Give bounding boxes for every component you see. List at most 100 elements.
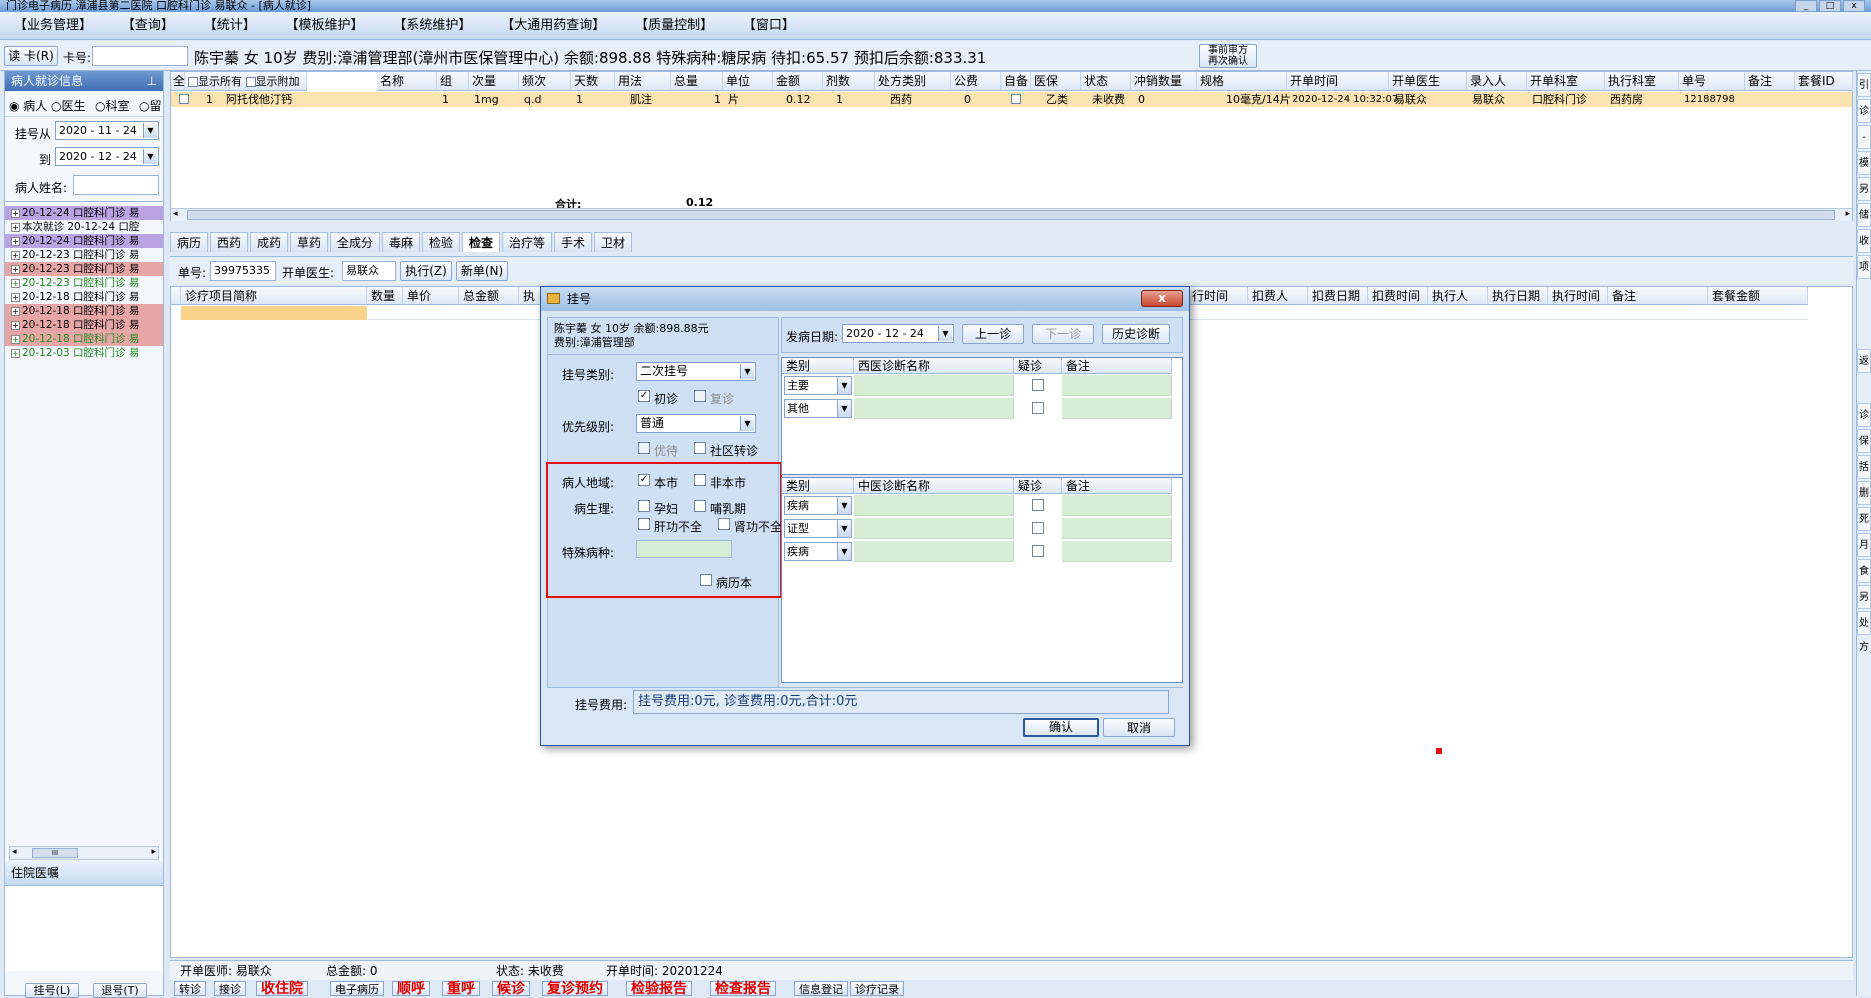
remarks-cell[interactable] — [1062, 375, 1172, 396]
visit-tree-item[interactable]: + 本次就诊 20-12-24 口腔 — [5, 220, 163, 234]
scroll-thumb[interactable] — [187, 210, 1835, 220]
priority-select[interactable]: 普通 ▼ — [636, 414, 756, 433]
right-tool-button[interactable]: 保 — [1857, 429, 1871, 453]
tab-lab[interactable]: 检验 — [422, 232, 461, 252]
radio-patient[interactable]: ◉ 病人 — [9, 97, 47, 114]
receive-patient-button[interactable]: 接诊 — [214, 981, 246, 996]
visit-tree-item[interactable]: +20-12-23 口腔科门诊 易 — [5, 248, 163, 262]
nonlocal-checkbox[interactable] — [694, 474, 706, 486]
suspected-checkbox[interactable] — [1032, 379, 1044, 391]
suspected-checkbox[interactable] — [1032, 545, 1044, 557]
close-window-icon[interactable]: x — [1843, 0, 1865, 12]
preferential-checkbox[interactable] — [638, 442, 650, 454]
show-all-checkbox[interactable] — [188, 77, 198, 87]
right-tool-button[interactable]: 诊 — [1857, 99, 1871, 123]
scroll-left-icon[interactable]: ◂ — [12, 847, 17, 857]
history-diagnosis-button[interactable]: 历史诊断 — [1102, 324, 1170, 344]
chevron-down-icon[interactable]: ▼ — [837, 543, 851, 560]
execute-button[interactable]: 执行(Z) — [400, 261, 452, 281]
scroll-thumb[interactable]: III — [32, 848, 78, 858]
emr-button[interactable]: 电子病历 — [330, 981, 384, 996]
visit-date-picker[interactable]: 2020 - 12 - 24 ▼ — [842, 324, 954, 343]
tab-supplies[interactable]: 卫材 — [594, 232, 633, 252]
expand-icon[interactable]: + — [11, 292, 20, 302]
chevron-down-icon[interactable]: ▼ — [837, 497, 851, 514]
card-number-input[interactable] — [92, 46, 188, 66]
menu-item-stats[interactable]: 【统计】 — [190, 12, 268, 40]
suspected-checkbox[interactable] — [1032, 402, 1044, 414]
expand-icon[interactable]: + — [11, 222, 20, 232]
right-tool-button[interactable]: 储 — [1857, 203, 1871, 227]
tab-full-ingredient[interactable]: 全成分 — [330, 232, 381, 252]
menu-item-query[interactable]: 【查询】 — [108, 12, 186, 40]
menu-item-template[interactable]: 【模板维护】 — [272, 12, 376, 40]
pin-icon[interactable]: ⊥ — [147, 71, 157, 91]
return-visit-checkbox[interactable] — [694, 390, 706, 402]
remarks-cell[interactable] — [1062, 495, 1172, 516]
radio-doctor[interactable]: ○医生 — [51, 97, 86, 114]
chevron-down-icon[interactable]: ▼ — [143, 149, 157, 164]
minimize-icon[interactable]: _ — [1795, 0, 1817, 12]
previous-diagnosis-button[interactable]: 上一诊 — [962, 324, 1024, 344]
radio-stay[interactable]: ○留 — [139, 97, 162, 114]
diagnosis-name-cell[interactable] — [854, 375, 1014, 396]
read-card-button[interactable]: 读 卡(R) — [4, 46, 58, 66]
close-icon[interactable]: x — [1141, 290, 1183, 307]
order-doctor-input[interactable]: 易联众 — [342, 261, 396, 281]
right-tool-button[interactable]: 删 — [1857, 481, 1871, 505]
chevron-down-icon[interactable]: ▼ — [938, 326, 952, 341]
right-tool-button[interactable]: 引 — [1857, 73, 1871, 97]
prescription-review-button[interactable]: 事前审方 再次确认 — [1199, 44, 1257, 68]
right-tool-button[interactable]: 模 — [1857, 151, 1871, 175]
visit-tree-item[interactable]: +20-12-23 口腔科门诊 易 — [5, 276, 163, 290]
chevron-down-icon[interactable]: ▼ — [143, 123, 157, 138]
diagnosis-name-cell[interactable] — [854, 398, 1014, 419]
tab-western-medicine[interactable]: 西药 — [210, 232, 249, 252]
date-from-picker[interactable]: 2020 - 11 - 24 ▼ — [55, 121, 159, 140]
cancel-button[interactable]: 取消 — [1103, 718, 1175, 737]
patient-name-input[interactable] — [73, 175, 159, 195]
first-visit-checkbox[interactable]: ✓ — [638, 390, 650, 402]
expand-icon[interactable]: + — [11, 278, 20, 288]
category-select[interactable]: 证型 ▼ — [784, 519, 852, 538]
suspected-checkbox[interactable] — [1032, 522, 1044, 534]
pregnant-checkbox[interactable] — [638, 500, 650, 512]
exam-report-button[interactable]: 检查报告 — [710, 981, 776, 997]
chevron-down-icon[interactable]: ▼ — [837, 377, 851, 394]
table-row[interactable]: 1 阿托伐他汀钙 1 1mg q.d 1 肌注 1 片 0.12 1 西药 0 … — [171, 92, 1852, 107]
right-tool-button[interactable]: 返 — [1857, 349, 1871, 373]
tab-narcotics[interactable]: 毒麻 — [382, 232, 421, 252]
menu-item-quality[interactable]: 【质量控制】 — [621, 12, 725, 40]
menu-item-system[interactable]: 【系统维护】 — [379, 12, 483, 40]
radio-department[interactable]: ○科室 — [95, 97, 130, 114]
date-to-picker[interactable]: 2020 - 12 - 24 ▼ — [55, 147, 159, 166]
expand-icon[interactable]: + — [11, 264, 20, 274]
category-select[interactable]: 主要 ▼ — [784, 376, 852, 395]
menu-item-window[interactable]: 【窗口】 — [729, 12, 807, 40]
scroll-right-icon[interactable]: ▸ — [151, 847, 156, 857]
show-extra-checkbox[interactable] — [245, 77, 256, 87]
visit-tree-item[interactable]: +20-12-18 口腔科门诊 易 — [5, 318, 163, 332]
expand-icon[interactable]: + — [11, 236, 20, 246]
right-tool-button[interactable]: - — [1857, 125, 1871, 149]
confirm-button[interactable]: 确认 — [1023, 718, 1099, 737]
tab-surgery[interactable]: 手术 — [554, 232, 593, 252]
expand-icon[interactable]: + — [11, 334, 20, 344]
right-tool-button[interactable]: 收 — [1857, 229, 1871, 253]
reg-type-select[interactable]: 二次挂号 ▼ — [636, 362, 756, 381]
special-disease-input[interactable] — [636, 540, 732, 558]
follow-up-button[interactable]: 复诊预约 — [542, 981, 608, 997]
tab-patent-medicine[interactable]: 成药 — [250, 232, 289, 252]
right-tool-button[interactable]: 另 — [1857, 177, 1871, 201]
diagnosis-name-cell[interactable] — [854, 541, 1014, 562]
expand-icon[interactable]: + — [11, 306, 20, 316]
tab-exam[interactable]: 检查 — [462, 232, 501, 252]
lab-report-button[interactable]: 检验报告 — [626, 981, 692, 997]
remarks-cell[interactable] — [1062, 541, 1172, 562]
new-order-button[interactable]: 新单(N) — [456, 261, 508, 281]
local-checkbox[interactable]: ✓ — [638, 474, 650, 486]
liver-insufficiency-checkbox[interactable] — [638, 518, 650, 530]
row-checkbox[interactable] — [179, 94, 189, 104]
right-tool-button[interactable]: 死 — [1857, 507, 1871, 531]
info-register-button[interactable]: 信息登记 — [794, 981, 848, 996]
